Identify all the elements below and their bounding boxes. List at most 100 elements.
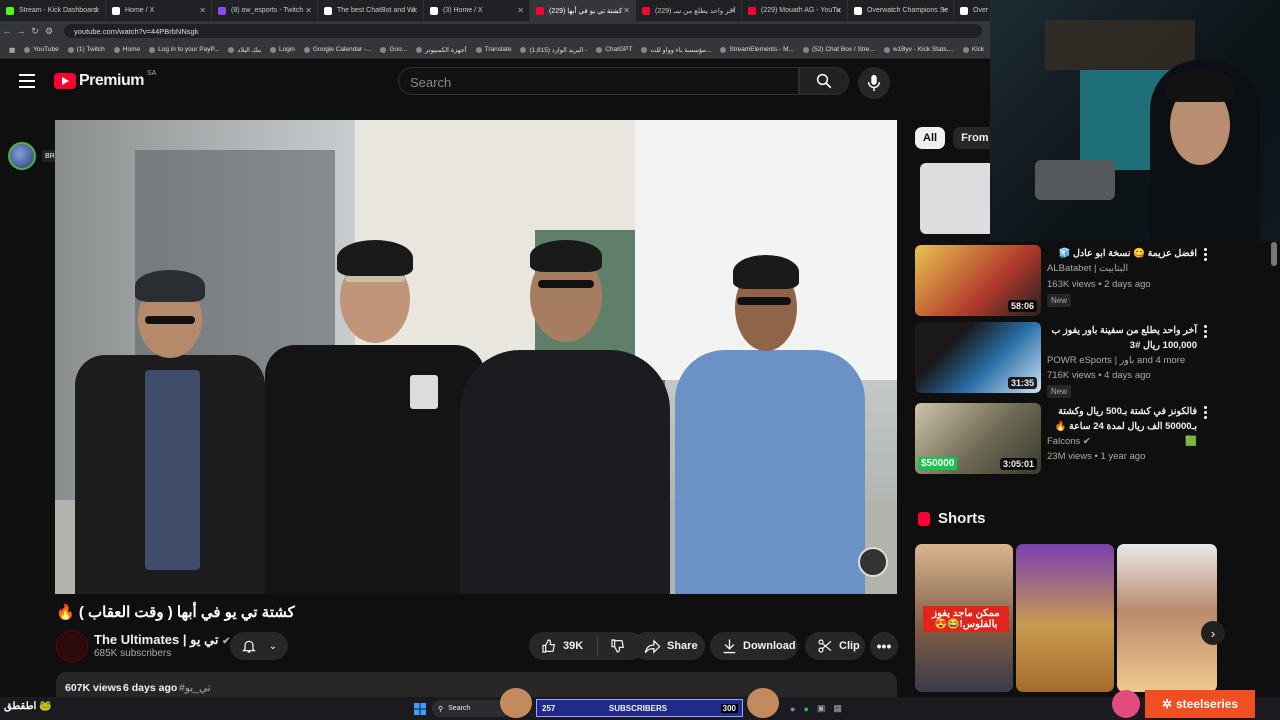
browser-tab[interactable]: Home / X ✕ [106, 0, 212, 21]
search-input[interactable] [399, 68, 792, 96]
chevron-down-icon: ⌄ [268, 640, 278, 652]
bookmark-item[interactable]: Login [270, 46, 295, 53]
bookmark-item[interactable]: (52) Chat Box / Stre... [802, 46, 875, 53]
channel-watermark[interactable] [858, 547, 888, 577]
bookmark-item[interactable]: StreamElements - M... [720, 46, 794, 53]
youtube-premium-logo[interactable]: Premium SA [54, 70, 156, 90]
close-tab-icon[interactable]: ✕ [305, 6, 312, 15]
browser-tab[interactable]: (229) Mouath AG - YouTu ✕ [742, 0, 848, 21]
youtube-play-icon [54, 73, 76, 89]
thumbs-up-icon [542, 639, 556, 653]
browser-tab[interactable]: Over✕ [954, 0, 990, 21]
hashtag[interactable]: #تي_يو [179, 682, 211, 694]
webcam-headphones [1035, 160, 1115, 200]
download-button[interactable]: Download [710, 632, 798, 660]
tab-label: The best ChatBot and Wi [337, 7, 416, 14]
browser-tab[interactable]: (3) Home / X ✕ [424, 0, 530, 21]
channel-name-text: Falcons [1047, 436, 1081, 447]
apps-icon[interactable]: ▦ [9, 46, 15, 54]
browser-tab[interactable]: The best ChatBot and Wi ✕ [318, 0, 424, 21]
recommendation-channel[interactable]: ALBatabet | البتابيت [1047, 263, 1128, 274]
search-button[interactable] [799, 67, 849, 95]
bookmark-favicon-icon [228, 46, 235, 53]
close-tab-icon[interactable]: ✕ [835, 6, 842, 15]
video-duration: 58:06 [1007, 300, 1037, 312]
back-icon[interactable]: ← [0, 26, 14, 36]
bookmark-item[interactable]: Log in to your PayP... [149, 46, 219, 53]
clip-button[interactable]: Clip [805, 632, 865, 660]
bookmark-item[interactable]: مؤسسة باء وواو للت... [641, 46, 711, 54]
bookmark-item[interactable]: (1) Twitch [67, 46, 105, 53]
chip-all[interactable]: All [915, 127, 946, 149]
bookmark-item[interactable]: Google Calendar -... [303, 46, 371, 53]
tab-label: Home / X [125, 7, 155, 14]
close-tab-icon[interactable]: ✕ [941, 6, 948, 15]
reload-icon[interactable]: ↻ [28, 26, 42, 37]
person-1 [75, 270, 265, 594]
like-button[interactable]: 39K [529, 632, 644, 660]
subscribers-label: SUBSCRIBERS [608, 703, 668, 713]
bookmark-item[interactable]: Goo... [380, 46, 407, 53]
upload-age: 6 days ago [123, 682, 178, 694]
bookmark-label: مؤسسة باء وواو للت... [650, 46, 712, 54]
recommendation-1[interactable]: 58:06 افضل عزيمة 😋 نسخة ابو عادل 🧊 ALBat… [915, 245, 1215, 317]
voice-search-button[interactable] [858, 67, 890, 99]
browser-tab[interactable]: (229) آخر واحد يطلع من سـ ✕ [636, 0, 742, 21]
browser-tab[interactable]: (8) ow_esports - Twitch ✕ [212, 0, 318, 21]
site-info-icon[interactable]: ⚙ [42, 26, 56, 37]
bookmark-favicon-icon [475, 46, 482, 53]
short-1[interactable]: ممكن ماجد يفوز بالفلوس!😂😍 [915, 544, 1013, 692]
channel-name[interactable]: The Ultimates | تي يو ✔ [94, 632, 231, 648]
recommendation-channel[interactable]: POWR eSports | باور and 4 more [1047, 355, 1185, 366]
person-4 [675, 255, 865, 594]
bookmark-item[interactable]: w1Byv - Kick Stats,... [883, 46, 954, 53]
bookmark-item[interactable]: YouTube [24, 46, 59, 53]
browser-tab[interactable]: (229) كشتة تي يو في أبها ✕ [530, 0, 636, 21]
close-tab-icon[interactable]: ✕ [623, 6, 630, 15]
discord-icon[interactable]: ● [790, 704, 795, 714]
person-3 [460, 240, 670, 594]
bookmark-item[interactable]: Home [113, 46, 140, 53]
more-vert-icon[interactable] [1204, 406, 1208, 421]
bookmark-item[interactable]: (1,815) البريد الوارد - [520, 46, 587, 54]
browser-tab[interactable]: Stream - Kick Dashboard ✕ [0, 0, 106, 21]
close-tab-icon[interactable]: ✕ [411, 6, 418, 15]
more-vert-icon[interactable] [1204, 248, 1208, 263]
bookmark-item[interactable]: بنك البلاد [228, 46, 261, 54]
close-tab-icon[interactable]: ✕ [93, 6, 100, 15]
spotify-icon[interactable]: ● [803, 704, 808, 714]
taskbar-search[interactable]: ⚲ Search [432, 700, 510, 717]
bookmark-label: w1Byv - Kick Stats,... [892, 46, 954, 53]
bookmark-item[interactable]: Kick [962, 46, 984, 53]
dislike-button[interactable] [597, 636, 626, 656]
bookmark-item[interactable]: Translate [475, 46, 511, 53]
bookmark-item[interactable]: ChatGPT [596, 46, 632, 53]
video-player[interactable] [55, 120, 897, 594]
more-actions-button[interactable]: ••• [870, 632, 898, 660]
close-tab-icon[interactable]: ✕ [729, 6, 736, 15]
notification-bell-button[interactable]: ⌄ [230, 632, 288, 660]
browser-tab[interactable]: Overwatch Champions Se ✕ [848, 0, 954, 21]
bookmark-favicon-icon [270, 46, 276, 53]
start-button[interactable] [414, 700, 426, 717]
page-scrollbar[interactable] [1271, 242, 1277, 266]
channel-avatar[interactable] [56, 630, 88, 662]
close-tab-icon[interactable]: ✕ [517, 6, 524, 15]
recommendation-3[interactable]: $50000 3:05:01 فالكونز في كشتة بـ500 ريا… [915, 403, 1215, 475]
short-3[interactable] [1117, 544, 1217, 692]
forward-icon[interactable]: → [14, 26, 28, 36]
share-button[interactable]: Share [632, 632, 705, 660]
sidebar-top-thumbnail[interactable] [920, 163, 990, 234]
recommendation-channel[interactable]: Falcons ✔ [1047, 436, 1091, 447]
url-field[interactable]: youtube.com/watch?v=44PBrbNNsgk [64, 24, 982, 38]
recommendation-2[interactable]: 31:35 آخر واحد يطلع من سفينة باور يفوز ب… [915, 322, 1215, 398]
xbox-icon[interactable]: ▣ [817, 703, 826, 714]
next-arrow-button[interactable]: › [1201, 621, 1225, 645]
menu-icon[interactable] [19, 74, 35, 88]
short-2[interactable] [1016, 544, 1114, 692]
bookmark-item[interactable]: أجهزة الكمبيوتر [416, 46, 467, 54]
bookmark-label: (1) Twitch [76, 46, 105, 53]
more-vert-icon[interactable] [1204, 325, 1208, 340]
app-icon[interactable]: ▦ [833, 703, 842, 714]
close-tab-icon[interactable]: ✕ [199, 6, 206, 15]
